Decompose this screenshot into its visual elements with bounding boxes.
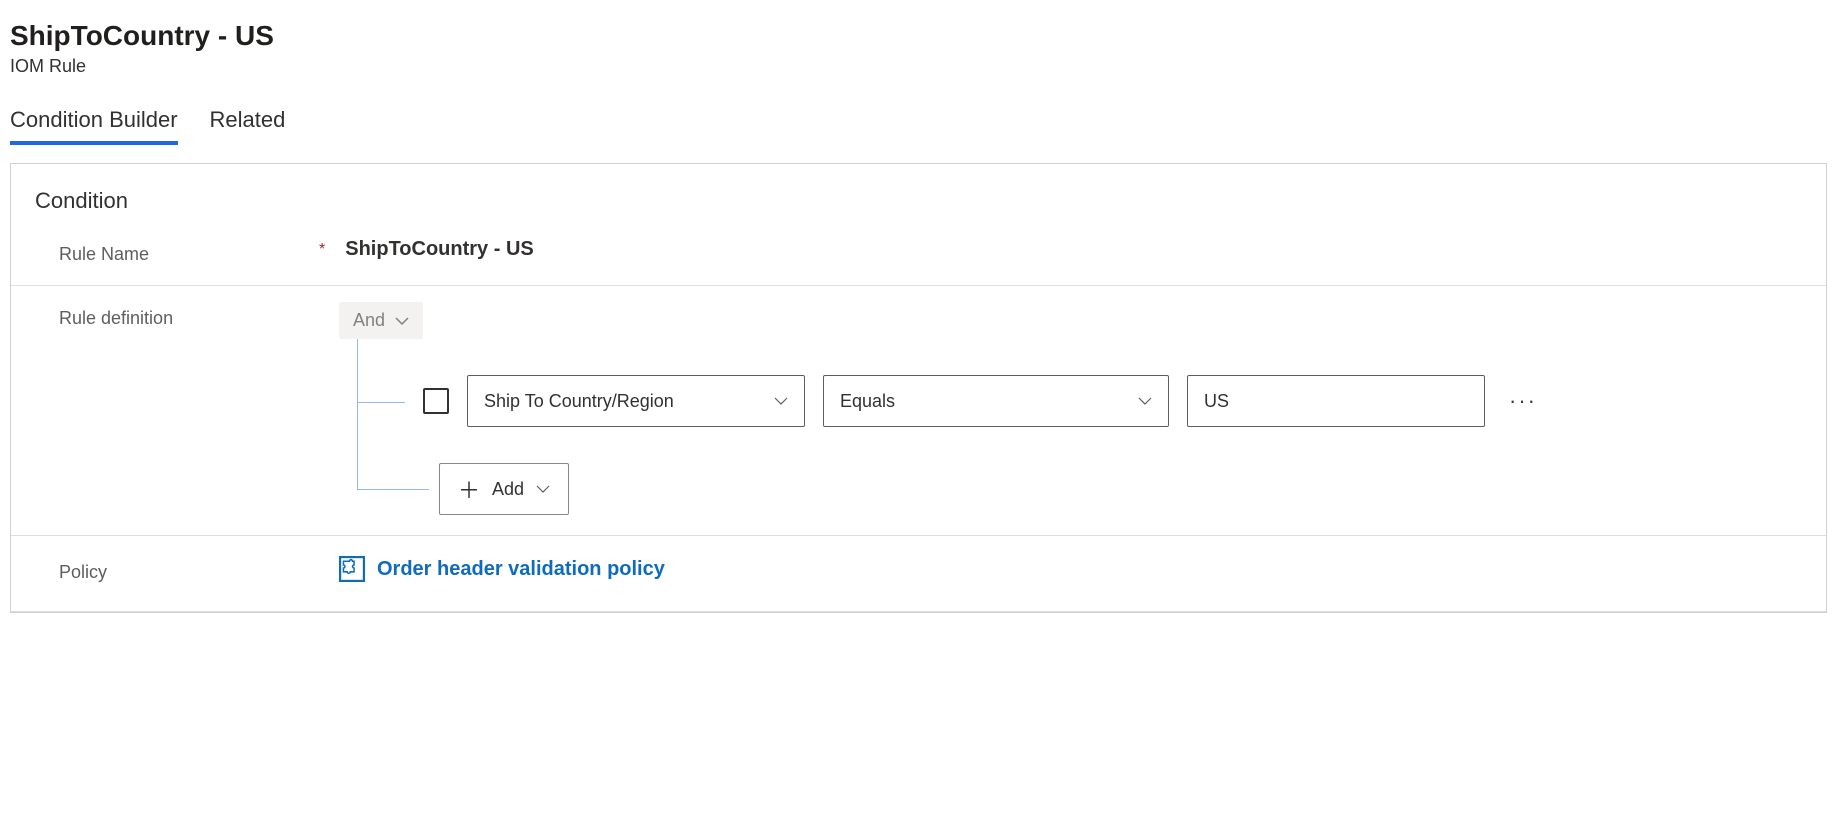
field-dropdown[interactable]: Ship To Country/Region xyxy=(467,375,805,427)
chevron-down-icon xyxy=(536,485,550,493)
chevron-down-icon xyxy=(1138,397,1152,405)
value-input-text: US xyxy=(1204,391,1229,412)
chevron-down-icon xyxy=(395,317,409,325)
tab-condition-builder[interactable]: Condition Builder xyxy=(10,107,178,145)
rule-name-label: Rule Name xyxy=(59,238,339,265)
page-subtitle: IOM Rule xyxy=(10,56,1827,77)
required-indicator: * xyxy=(319,241,325,259)
more-actions-button[interactable]: ··· xyxy=(1503,388,1537,414)
operator-dropdown[interactable]: Equals xyxy=(823,375,1169,427)
logical-operator-dropdown[interactable]: And xyxy=(339,302,423,339)
rule-definition-label: Rule definition xyxy=(59,302,339,329)
condition-panel: Condition Rule Name * ShipToCountry - US… xyxy=(10,163,1827,613)
policy-label: Policy xyxy=(59,556,339,583)
tree-horizontal-line xyxy=(357,402,405,403)
tabs: Condition Builder Related xyxy=(10,107,1827,145)
condition-row: Ship To Country/Region Equals US ··· xyxy=(357,339,1802,427)
puzzle-icon xyxy=(339,556,365,582)
logical-operator-label: And xyxy=(353,310,385,331)
add-condition-button[interactable]: ＋ Add xyxy=(439,463,569,515)
policy-link-text: Order header validation policy xyxy=(377,558,665,581)
chevron-down-icon xyxy=(774,397,788,405)
field-dropdown-value: Ship To Country/Region xyxy=(484,391,674,412)
plus-icon: ＋ xyxy=(458,473,480,505)
rule-name-value[interactable]: ShipToCountry - US xyxy=(345,238,534,261)
policy-row: Policy Order header validation policy xyxy=(11,536,1826,612)
add-button-label: Add xyxy=(492,479,524,500)
panel-heading: Condition xyxy=(11,188,1826,234)
tab-related[interactable]: Related xyxy=(210,107,286,145)
page-title: ShipToCountry - US xyxy=(10,20,1827,52)
value-input[interactable]: US xyxy=(1187,375,1485,427)
policy-link[interactable]: Order header validation policy xyxy=(339,556,665,582)
operator-dropdown-value: Equals xyxy=(840,391,895,412)
rule-name-row: Rule Name * ShipToCountry - US xyxy=(11,234,1826,286)
rule-definition-row: Rule definition And Ship To Country/Regi… xyxy=(11,286,1826,536)
condition-checkbox[interactable] xyxy=(423,388,449,414)
tree-horizontal-line xyxy=(357,489,429,490)
